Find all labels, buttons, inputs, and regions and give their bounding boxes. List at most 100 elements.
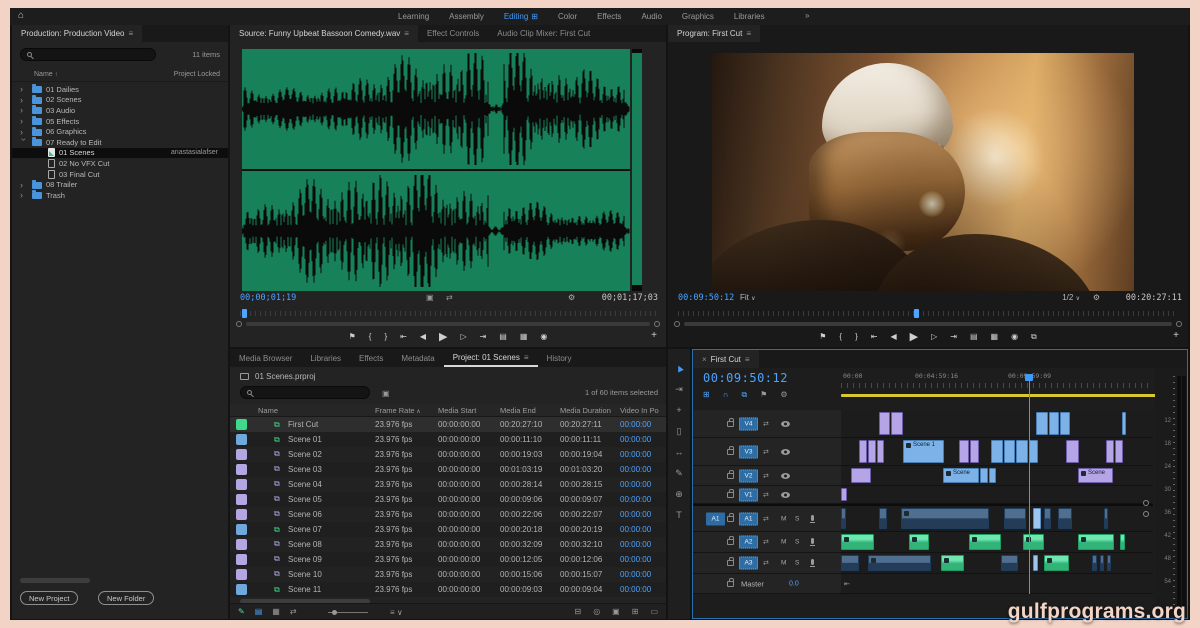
- timeline-clip[interactable]: [1044, 508, 1051, 529]
- new-bin-button[interactable]: ▣: [612, 607, 620, 616]
- source-scrubber[interactable]: [230, 311, 666, 317]
- workspace-tab-assembly[interactable]: Assembly: [449, 12, 484, 21]
- timeline-clip[interactable]: [989, 468, 996, 483]
- column-header-media-end[interactable]: Media End: [500, 406, 536, 415]
- program-playhead[interactable]: [914, 309, 919, 318]
- panel-tab-media-browser[interactable]: Media Browser: [230, 349, 301, 367]
- timeline-clip[interactable]: [891, 412, 903, 435]
- mark-in-button[interactable]: {: [839, 331, 842, 343]
- name-column-header[interactable]: Name ↑: [34, 71, 58, 78]
- workspace-overflow-icon[interactable]: »: [805, 11, 809, 20]
- timeline-clip[interactable]: [1036, 412, 1048, 435]
- timeline-clip[interactable]: [1001, 555, 1018, 571]
- lane-scroll-dot[interactable]: [1143, 500, 1149, 506]
- timeline-settings-wrench[interactable]: ⚙: [780, 390, 787, 402]
- column-header-video-in-po[interactable]: Video In Po: [620, 406, 659, 415]
- track-output-toggle-icon[interactable]: [781, 473, 790, 479]
- timeline-clip[interactable]: Scene 1: [903, 440, 944, 463]
- tree-item-07-ready-to-edit[interactable]: ›07 Ready to Edit: [12, 137, 228, 148]
- add-marker-button[interactable]: ⚑: [349, 331, 356, 343]
- track-target-v2[interactable]: V2: [739, 469, 758, 482]
- panel-menu-icon[interactable]: ≡: [745, 355, 750, 364]
- go-to-out-button[interactable]: ⇥: [950, 331, 957, 343]
- solo-button[interactable]: S: [795, 539, 799, 546]
- source-patch-a1[interactable]: A1: [706, 512, 725, 525]
- pen-tool[interactable]: ✎: [668, 463, 690, 483]
- track-lane-v4[interactable]: [841, 410, 1153, 438]
- sync-lock-icon[interactable]: ⇄: [763, 559, 769, 567]
- track-target-v3[interactable]: V3: [739, 445, 758, 458]
- home-icon[interactable]: ⌂: [18, 10, 24, 21]
- tree-item-02-no-vfx-cut[interactable]: 02 No VFX Cut: [12, 158, 228, 169]
- source-playhead[interactable]: [242, 309, 247, 318]
- timeline-clip[interactable]: [841, 555, 859, 571]
- workspace-tab-graphics[interactable]: Graphics: [682, 12, 714, 21]
- workspace-tab-effects[interactable]: Effects: [597, 12, 621, 21]
- timeline-clip[interactable]: [1004, 508, 1026, 529]
- tree-item-08-trailer[interactable]: ›08 Trailer: [12, 179, 228, 190]
- timeline-clip[interactable]: [1004, 440, 1015, 463]
- timeline-clip[interactable]: [841, 534, 874, 550]
- zoom-handle-left[interactable]: [674, 321, 680, 327]
- chevron-icon[interactable]: ›: [20, 117, 28, 125]
- timeline-clip[interactable]: [1044, 555, 1069, 571]
- new-item-button[interactable]: ⊞: [632, 607, 639, 616]
- tree-item-01-scenes[interactable]: 01 Scenesanastasialafser: [12, 148, 228, 159]
- timeline-clip[interactable]: [1029, 440, 1038, 463]
- chevron-icon[interactable]: ›: [20, 106, 28, 114]
- timeline-clip[interactable]: [941, 555, 964, 571]
- column-header-media-start[interactable]: Media Start: [438, 406, 476, 415]
- extract-button[interactable]: ▦: [991, 331, 999, 343]
- timeline-clip[interactable]: [868, 440, 876, 463]
- timeline-clip[interactable]: [970, 440, 979, 463]
- workspace-tab-audio[interactable]: Audio: [641, 12, 661, 21]
- writable-indicator-icon[interactable]: ✎: [238, 607, 245, 616]
- slip-tool[interactable]: ↔: [668, 442, 690, 462]
- close-icon[interactable]: ×: [702, 355, 707, 364]
- timeline-playhead-line[interactable]: [1029, 380, 1030, 594]
- panel-tab-metadata[interactable]: Metadata: [392, 349, 443, 367]
- track-lane-a3[interactable]: [841, 553, 1153, 574]
- chevron-icon[interactable]: ›: [20, 96, 28, 104]
- zoom-handle-right[interactable]: [654, 321, 660, 327]
- voiceover-record-icon[interactable]: [811, 538, 814, 544]
- play-button[interactable]: ▶: [439, 331, 447, 343]
- panel-menu-icon[interactable]: ≡: [128, 29, 133, 38]
- timeline-clip[interactable]: [901, 508, 989, 529]
- panel-tab-effects[interactable]: Effects: [350, 349, 392, 367]
- timeline-clip[interactable]: Scene: [943, 468, 979, 483]
- button-editor-plus[interactable]: +: [651, 330, 657, 341]
- filter-bin-icon[interactable]: ▣: [382, 389, 390, 398]
- timeline-clip[interactable]: [877, 440, 884, 463]
- mark-out-button[interactable]: }: [855, 331, 858, 343]
- delete-button[interactable]: ▭: [650, 607, 658, 616]
- track-lane-v1[interactable]: [841, 486, 1153, 504]
- track-target-v1[interactable]: V1: [739, 488, 758, 501]
- timeline-clip[interactable]: [879, 508, 887, 529]
- thumbnail-zoom-slider[interactable]: [328, 612, 368, 613]
- timeline-clip[interactable]: [959, 440, 969, 463]
- timeline-clip[interactable]: [1078, 534, 1114, 550]
- track-target-a3[interactable]: A3: [739, 557, 758, 570]
- chevron-icon[interactable]: ›: [20, 128, 28, 136]
- timeline-clip[interactable]: [859, 440, 867, 463]
- solo-button[interactable]: S: [795, 515, 799, 522]
- timeline-clip[interactable]: [1023, 534, 1044, 550]
- table-row-first-cut[interactable]: ⧉First Cut23.976 fps00:00:00:0000:20:27:…: [230, 417, 666, 432]
- column-header-frame-rate[interactable]: Frame Rate ∧: [375, 406, 421, 415]
- panel-tab-effect-controls[interactable]: Effect Controls: [418, 25, 488, 42]
- track-output-toggle-icon[interactable]: [781, 421, 790, 427]
- track-target-a1[interactable]: A1: [739, 512, 758, 525]
- breadcrumb[interactable]: 01 Scenes.prproj: [240, 370, 315, 382]
- table-row-scene-02[interactable]: ⧉Scene 0223.976 fps00:00:00:0000:00:19:0…: [230, 447, 666, 462]
- production-panel-tab[interactable]: Production: Production Video ≡: [12, 25, 142, 42]
- tree-item-03-final-cut[interactable]: 03 Final Cut: [12, 169, 228, 180]
- column-header-media-duration[interactable]: Media Duration: [560, 406, 611, 415]
- program-video-frame[interactable]: [712, 53, 1134, 291]
- table-row-scene-06[interactable]: ⧉Scene 0623.976 fps00:00:00:0000:00:22:0…: [230, 507, 666, 522]
- icon-view-button[interactable]: ▦: [272, 607, 280, 616]
- step-forward-button[interactable]: ▷: [931, 331, 937, 343]
- overwrite-button[interactable]: ▦: [520, 331, 528, 343]
- track-lock-icon[interactable]: [727, 492, 734, 498]
- new-project-button[interactable]: New Project: [20, 591, 78, 605]
